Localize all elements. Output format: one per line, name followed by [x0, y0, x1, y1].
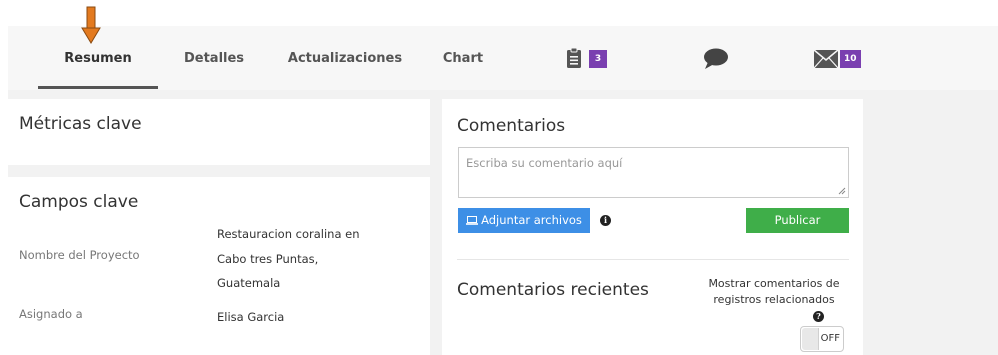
recent-comments-title: Comentarios recientes — [457, 280, 649, 300]
key-fields-title: Campos clave — [19, 192, 139, 212]
messages-count-badge: 10 — [840, 50, 861, 68]
comments-title: Comentarios — [457, 116, 566, 136]
tab-bar: Resumen Detalles Actualizaciones Chart 3… — [8, 26, 998, 90]
tasks-count-badge: 3 — [589, 50, 607, 68]
attach-files-button[interactable]: Adjuntar archivos — [458, 208, 590, 233]
arrow-down-icon — [81, 6, 101, 44]
laptop-icon — [466, 216, 479, 225]
tab-chart[interactable]: Chart — [438, 26, 488, 90]
active-tab-underline — [38, 86, 158, 89]
project-name-value-line2: Cabo tres Puntas, — [217, 252, 319, 266]
project-name-label: Nombre del Proyecto — [19, 248, 140, 262]
help-icon[interactable]: ? — [813, 311, 824, 322]
toggle-knob — [802, 328, 819, 350]
publish-button[interactable]: Publicar — [746, 208, 849, 233]
tab-detalles[interactable]: Detalles — [178, 26, 250, 90]
envelope-icon — [814, 50, 838, 68]
info-icon[interactable]: i — [600, 215, 611, 226]
tab-chat[interactable] — [698, 42, 734, 74]
project-name-value-line3: Guatemala — [217, 276, 281, 290]
comments-divider — [457, 259, 849, 260]
show-related-comments-label: Mostrar comentarios de registros relacio… — [708, 277, 840, 306]
tab-actualizaciones[interactable]: Actualizaciones — [284, 26, 406, 90]
assigned-to-value: Elisa Garcia — [217, 310, 285, 324]
resize-handle-icon[interactable] — [838, 187, 846, 195]
toggle-state-label: OFF — [820, 333, 840, 344]
top-strip — [0, 0, 998, 26]
project-name-value-line1: Restauracion coralina en — [217, 227, 360, 241]
chat-bubble-icon — [704, 48, 728, 69]
attach-files-label: Adjuntar archivos — [481, 213, 582, 227]
comment-input[interactable] — [458, 147, 849, 198]
clipboard-icon — [567, 47, 581, 68]
tab-tasks[interactable]: 3 — [560, 42, 620, 74]
metrics-title: Métricas clave — [19, 114, 142, 134]
show-related-toggle[interactable]: OFF — [800, 326, 844, 352]
tab-messages[interactable]: 10 — [810, 42, 874, 74]
assigned-to-label: Asignado a — [19, 307, 83, 321]
